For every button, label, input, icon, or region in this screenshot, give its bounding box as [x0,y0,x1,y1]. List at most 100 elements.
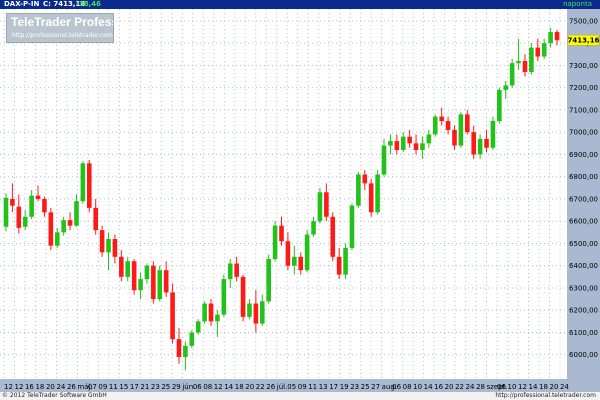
date-tick-label: 09 [98,383,107,391]
candle-bullish[interactable] [432,114,438,137]
date-tick-label: 06 [392,383,401,391]
candle-bearish[interactable] [170,283,175,344]
logo-product-name: TeleTrader Professional [11,15,113,29]
candle-body [349,205,355,248]
candle-body [464,114,470,133]
candle-body [10,198,15,206]
candle-body [311,221,316,235]
date-tick-label: 12 [14,383,23,391]
price-tick-label: 7000,00 [569,129,598,137]
candle-bullish[interactable] [304,230,310,273]
candle-body [227,263,233,280]
candle-bullish[interactable] [356,172,361,208]
date-tick-label: 14 [529,383,538,391]
date-tick-label: 08 [403,383,412,391]
date-tick-label: 13 [319,383,328,391]
candle-body [343,247,348,275]
candle-body [330,216,336,257]
title-bar: DAX-P-IN C: 7413,16 -38,46 napontа [0,0,600,9]
candle-body [93,207,99,231]
candle-bullish[interactable] [195,319,201,335]
candle-body [522,60,528,73]
candle-bullish[interactable] [375,170,380,215]
candle-bullish[interactable] [221,274,227,317]
candle-body [497,89,502,122]
candle-body [183,345,188,357]
date-tick-label: 26 [67,383,76,391]
candle-body [509,63,515,86]
candle-body [247,303,252,317]
price-tick-label: 6300,00 [569,284,598,292]
candle-body [445,121,451,130]
candle-body [42,198,47,213]
price-tick-label: 6500,00 [569,240,598,248]
candle-bullish[interactable] [317,187,323,224]
price-tick-label: 6600,00 [569,218,598,226]
date-tick-label: 16 [25,383,34,391]
candle-body [253,303,259,324]
price-change-label: -38,46 [76,0,102,8]
candle-body [394,141,400,150]
candle-bearish[interactable] [151,261,156,304]
candle-bullish[interactable] [529,43,534,75]
candle-body [48,212,54,246]
candlestick-chart[interactable]: 6000,00 6100,00 6200,00 6300,00 6400,00 6500,… [0,0,600,400]
candle-body [67,220,73,226]
candle-body [400,136,406,150]
candle-bearish[interactable] [99,225,105,257]
date-tick-label: 20 [445,383,454,391]
candle-body [29,195,34,217]
date-tick-label: 29 [172,383,181,391]
candle-body [432,116,438,135]
date-tick-label: 15 [119,383,128,391]
candle-body [535,47,541,57]
candle-body [176,339,182,357]
candle-body [298,256,304,271]
candle-bearish[interactable] [48,207,54,251]
candle-bullish[interactable] [202,301,207,324]
date-tick-label: 18 [539,383,548,391]
candle-bullish[interactable] [349,203,355,251]
candle-bullish[interactable] [343,243,348,280]
price-tick-label: 7200,00 [569,84,598,92]
price-tick-label: 6900,00 [569,151,598,159]
date-tick-label: 09 [298,383,307,391]
candle-bullish[interactable] [157,265,163,302]
candle-body [208,303,214,322]
candle-bullish[interactable] [80,161,86,204]
date-tick-label: 28 [476,383,485,391]
date-tick-label: 14 [424,383,433,391]
candle-bullish[interactable] [3,193,9,232]
footer-link[interactable]: http://professional.teletrader.com [495,392,596,400]
candle-bullish[interactable] [458,112,464,148]
date-axis-labels: 12 12 16 18 20 24 26 máj.07 09 11 15 17 21 23 25 29 jún.… [4,383,569,391]
date-tick-label: 12 [518,383,527,391]
candle-body [163,270,169,293]
date-tick-label: 06 [193,383,202,391]
candle-bearish[interactable] [368,178,374,217]
candle-bullish[interactable] [490,116,496,150]
candle-bearish[interactable] [330,212,336,262]
date-tick-label: 12 [214,383,223,391]
candle-bullish[interactable] [266,254,271,304]
candle-bearish[interactable] [131,259,137,295]
candle-body [119,256,124,277]
teletrader-logo: TeleTrader Professional http://professio… [6,13,114,43]
candle-bullish[interactable] [189,330,195,349]
candle-bearish[interactable] [240,274,246,322]
date-tick-label: júl. [276,383,288,391]
candle-bullish[interactable] [497,87,502,124]
price-tick-label: 6100,00 [569,329,598,337]
period-selector[interactable]: napontа [563,0,592,9]
candle-body [151,265,156,300]
date-tick-label: 16 [434,383,443,391]
instrument-symbol[interactable]: DAX-P-IN [4,0,39,9]
candle-body [80,163,86,202]
date-tick-label: 27 [371,383,380,391]
candle-bearish[interactable] [86,160,92,213]
candle-body [272,225,278,260]
candle-body [484,138,489,148]
candle-bullish[interactable] [272,221,278,262]
candle-body [240,276,246,317]
candle-body [304,234,310,271]
